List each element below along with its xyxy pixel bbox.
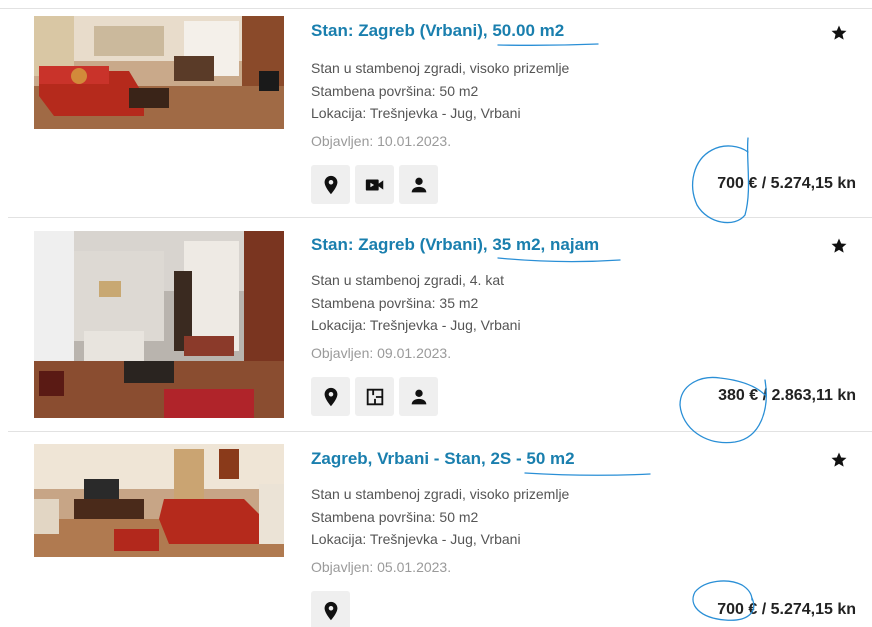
map-button[interactable] bbox=[311, 165, 350, 204]
listing-card: Zagreb, Vrbani - Stan, 2S - 50 m2 Stan u… bbox=[8, 432, 872, 627]
listing-details: Stan u stambenoj zgradi, visoko prizemlj… bbox=[311, 483, 569, 551]
favorite-star-icon[interactable] bbox=[830, 237, 848, 255]
property-type: Stan u stambenoj zgradi, visoko prizemlj… bbox=[311, 60, 570, 76]
published-date: Objavljen: 09.01.2023. bbox=[311, 345, 452, 361]
listing-actions bbox=[311, 165, 438, 204]
listing-card: Stan: Zagreb (Vrbani), 35 m2, najam Stan… bbox=[8, 218, 872, 432]
agent-button[interactable] bbox=[399, 165, 438, 204]
location: Lokacija: Trešnjevka - Jug, Vrbani bbox=[311, 531, 521, 547]
listing-actions bbox=[311, 591, 350, 627]
listing-title[interactable]: Stan: Zagreb (Vrbani), 50.00 m2 bbox=[311, 21, 564, 41]
video-camera-icon bbox=[365, 179, 383, 190]
listing-card: Stan: Zagreb (Vrbani), 50.00 m2 Stan u s… bbox=[8, 9, 872, 218]
location-pin-icon bbox=[324, 601, 337, 620]
listing-photo[interactable] bbox=[34, 444, 284, 557]
floor-plan-button[interactable] bbox=[355, 377, 394, 416]
listing-photo[interactable] bbox=[34, 231, 284, 418]
favorite-star-icon[interactable] bbox=[830, 24, 848, 42]
living-area: Stambena površina: 35 m2 bbox=[311, 294, 479, 311]
listing-photo[interactable] bbox=[34, 16, 284, 129]
agent-button[interactable] bbox=[399, 377, 438, 416]
map-button[interactable] bbox=[311, 377, 350, 416]
top-divider bbox=[0, 0, 872, 9]
favorite-star-icon[interactable] bbox=[830, 451, 848, 469]
published-date: Objavljen: 10.01.2023. bbox=[311, 133, 452, 149]
property-type: Stan u stambenoj zgradi, 4. kat bbox=[311, 272, 504, 288]
map-button[interactable] bbox=[311, 591, 350, 627]
floor-plan-icon bbox=[366, 388, 383, 405]
listing-price: 700 € / 5.274,15 kn bbox=[717, 175, 856, 192]
listing-price: 380 € / 2.863,11 kn bbox=[718, 387, 856, 404]
listing-details: Stan u stambenoj zgradi, 4. kat Stambena… bbox=[311, 269, 521, 337]
listing-details: Stan u stambenoj zgradi, visoko prizemlj… bbox=[311, 57, 569, 125]
listing-actions bbox=[311, 377, 438, 416]
video-button[interactable] bbox=[355, 165, 394, 204]
person-icon bbox=[411, 177, 426, 192]
location: Lokacija: Trešnjevka - Jug, Vrbani bbox=[311, 317, 521, 333]
listing-title[interactable]: Zagreb, Vrbani - Stan, 2S - 50 m2 bbox=[311, 449, 575, 469]
listing-title[interactable]: Stan: Zagreb (Vrbani), 35 m2, najam bbox=[311, 235, 599, 255]
listing-price: 700 € / 5.274,15 kn bbox=[717, 601, 856, 618]
property-type: Stan u stambenoj zgradi, visoko prizemlj… bbox=[311, 486, 570, 502]
person-icon bbox=[411, 389, 426, 404]
location-pin-icon bbox=[324, 387, 337, 406]
location-pin-icon bbox=[324, 175, 337, 194]
published-date: Objavljen: 05.01.2023. bbox=[311, 559, 452, 575]
living-area: Stambena površina: 50 m2 bbox=[311, 82, 479, 99]
living-area: Stambena površina: 50 m2 bbox=[311, 508, 479, 525]
location: Lokacija: Trešnjevka - Jug, Vrbani bbox=[311, 105, 521, 121]
